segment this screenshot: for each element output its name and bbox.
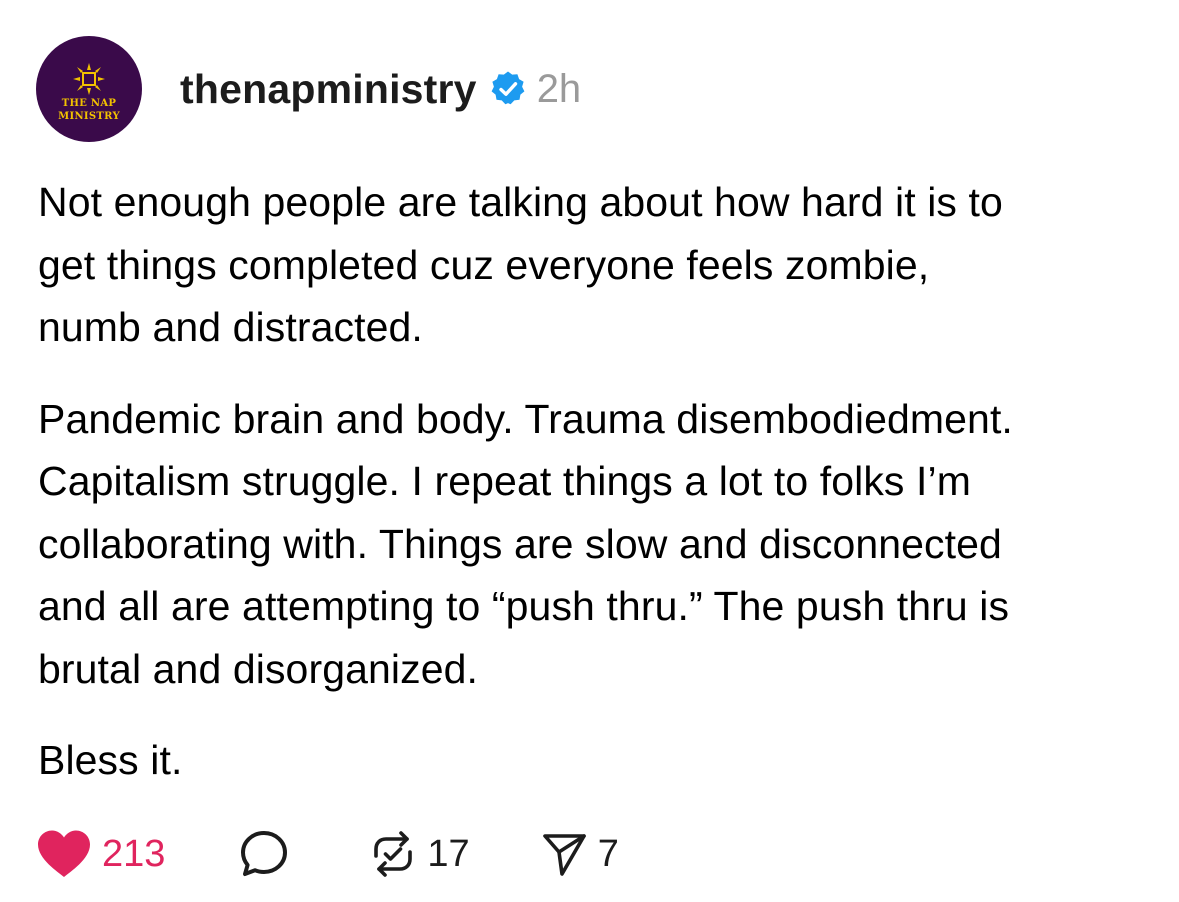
avatar[interactable]: THE NAP MINISTRY [36, 36, 142, 142]
verified-badge-icon [489, 70, 527, 108]
avatar-label-line1: THE NAP [61, 98, 117, 109]
send-icon [540, 830, 588, 878]
share-button[interactable]: 7 [540, 830, 619, 878]
post-body: Not enough people are talking about how … [38, 171, 1158, 792]
post-paragraph: Not enough people are talking about how … [38, 179, 1003, 350]
action-bar: 213 17 7 [36, 824, 619, 884]
comment-bubble-icon [239, 829, 289, 879]
post: THE NAP MINISTRY thenapministry 2h Not e… [0, 0, 1179, 902]
post-header: THE NAP MINISTRY thenapministry 2h [36, 36, 581, 142]
starburst-icon [73, 63, 105, 95]
username[interactable]: thenapministry [180, 66, 477, 113]
post-paragraph: Bless it. [38, 737, 183, 783]
repost-count: 17 [427, 832, 470, 875]
comment-button[interactable] [239, 829, 289, 879]
post-paragraph: Pandemic brain and body. Trauma disembod… [38, 395, 1013, 692]
share-count: 7 [597, 832, 619, 875]
like-button[interactable]: 213 [36, 829, 165, 879]
post-timestamp: 2h [536, 66, 582, 111]
heart-icon [36, 829, 92, 879]
repost-icon [369, 830, 417, 878]
repost-button[interactable]: 17 [369, 830, 470, 878]
avatar-label-line2: MINISTRY [58, 111, 120, 122]
like-count: 213 [102, 832, 166, 875]
